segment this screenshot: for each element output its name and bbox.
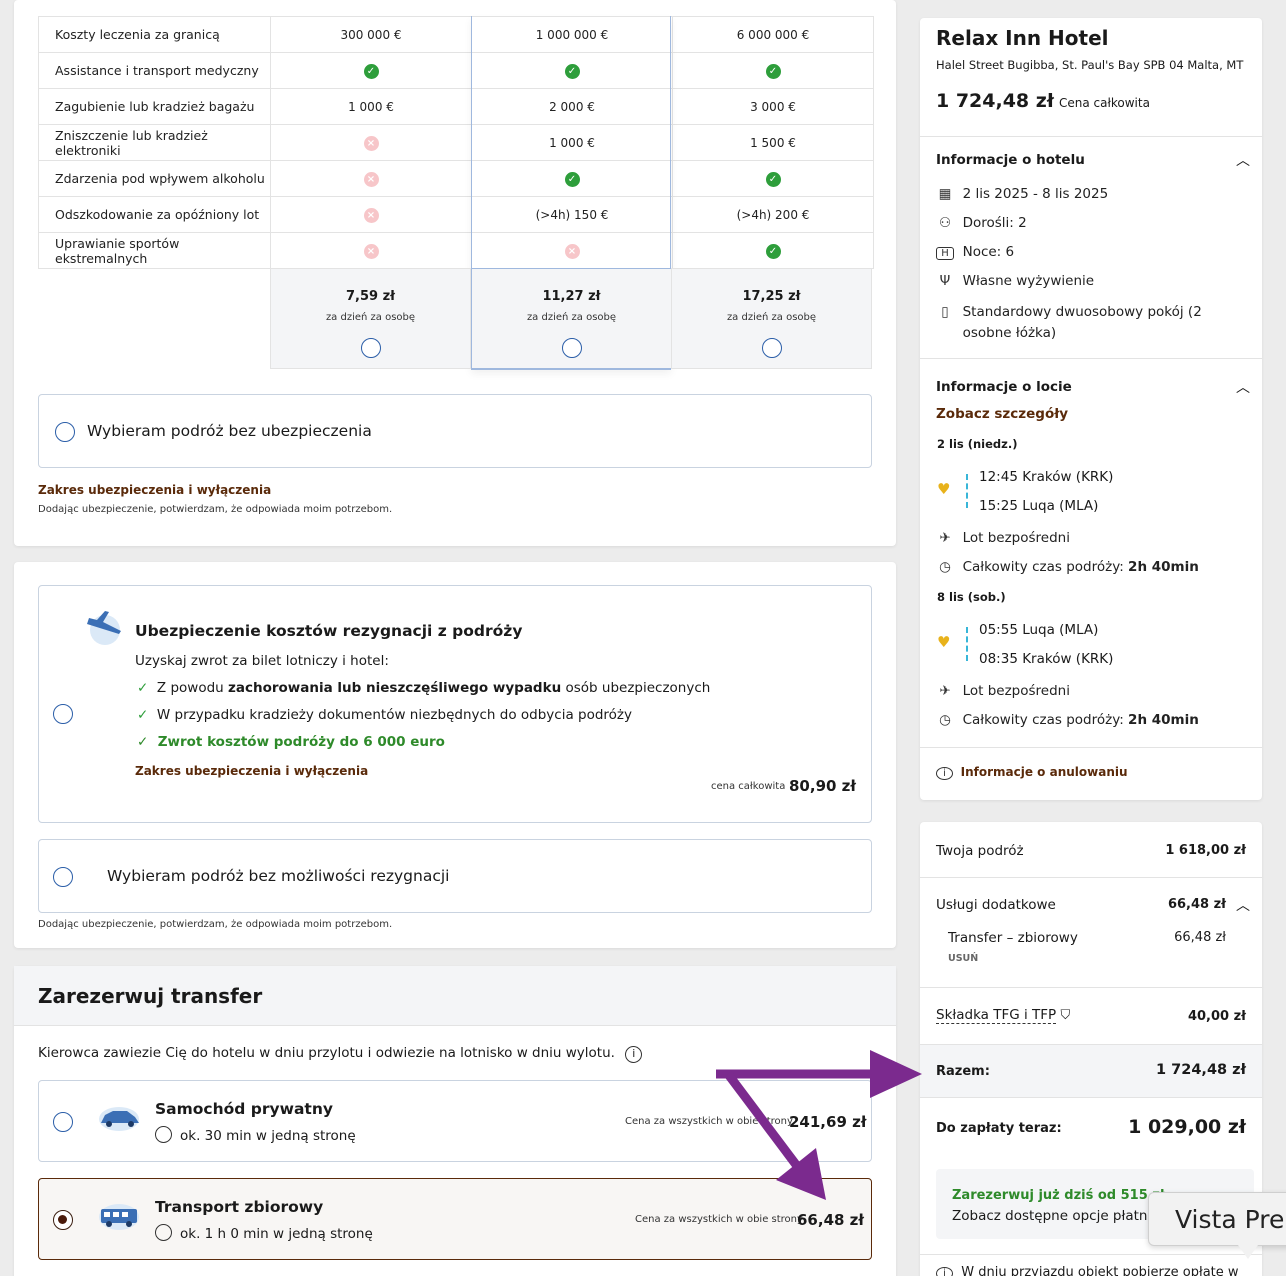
arrow-right-head — [870, 1050, 922, 1098]
arrow-down-head — [776, 1148, 826, 1200]
annotation-arrows — [716, 1050, 922, 1200]
arrow-down-shaft — [724, 1071, 804, 1173]
